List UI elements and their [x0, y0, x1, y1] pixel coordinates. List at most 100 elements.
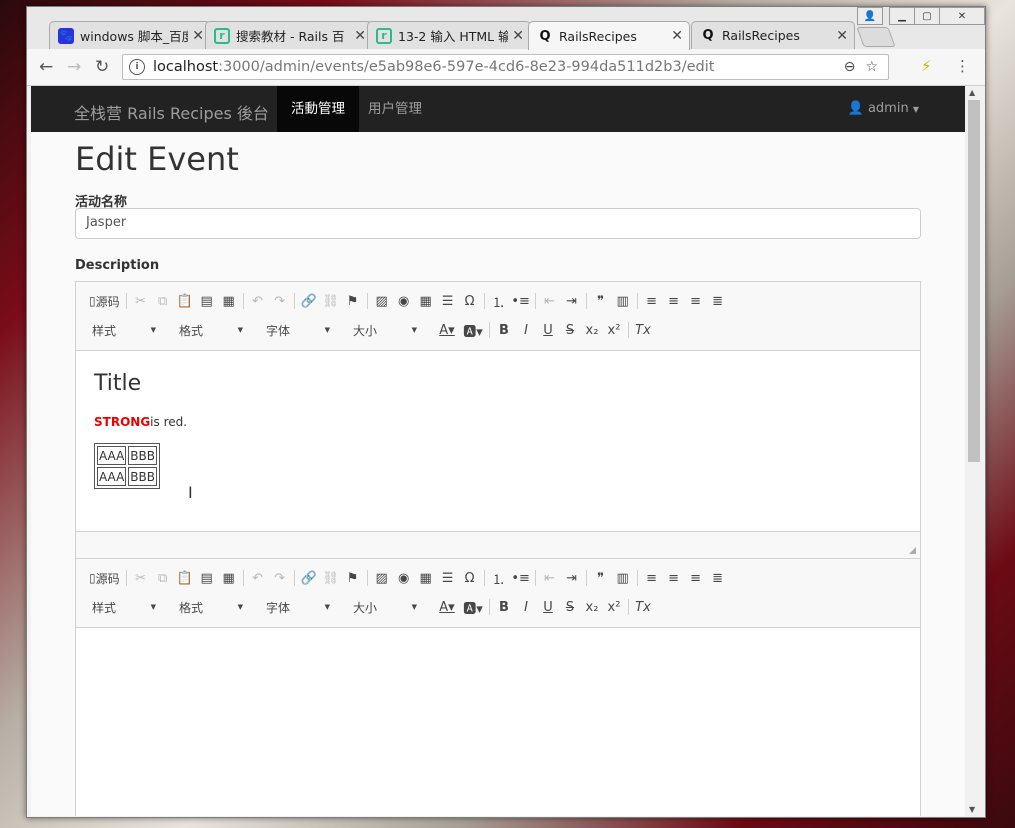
user-menu[interactable]: 👤 admin ▼	[848, 101, 919, 116]
horizontal-rule-icon[interactable]: ☰	[437, 567, 459, 589]
bg-color-icon[interactable]: 🅰▾	[460, 319, 486, 341]
tab-railsrecipes-active[interactable]: Q RailsRecipes ✕	[528, 21, 690, 50]
tab-railsrecipes[interactable]: Q RailsRecipes ✕	[691, 21, 855, 49]
italic-icon[interactable]: I	[515, 319, 537, 341]
indent-icon[interactable]: ⇥	[561, 290, 583, 312]
info-icon[interactable]: i	[129, 59, 145, 75]
close-icon[interactable]: ✕	[354, 28, 366, 44]
div-container-icon[interactable]: ▥	[612, 567, 634, 589]
reload-icon[interactable]: ↻	[95, 57, 109, 77]
div-container-icon[interactable]: ▥	[612, 290, 634, 312]
font-combo[interactable]: 字体 ▼	[260, 597, 334, 617]
scrollbar-thumb[interactable]	[968, 100, 980, 462]
paste-word-icon[interactable]: ▦	[218, 290, 240, 312]
italic-icon[interactable]: I	[515, 596, 537, 618]
close-icon[interactable]: ✕	[671, 28, 683, 44]
align-left-icon[interactable]: ≡	[641, 567, 663, 589]
text-color-icon[interactable]: A▾	[434, 319, 460, 341]
table-icon[interactable]: ▦	[415, 567, 437, 589]
bold-icon[interactable]: B	[493, 596, 515, 618]
flash-icon[interactable]: ◉	[393, 290, 415, 312]
justify-icon[interactable]: ≣	[707, 567, 729, 589]
superscript-icon[interactable]: x²	[603, 596, 625, 618]
format-combo[interactable]: 格式 ▼	[173, 597, 247, 617]
extension-icon[interactable]: ⚡	[921, 57, 932, 75]
undo-icon[interactable]: ↶	[247, 290, 269, 312]
table-icon[interactable]: ▦	[415, 290, 437, 312]
remove-format-icon[interactable]: Tx	[632, 596, 654, 618]
forward-icon[interactable]: →	[67, 57, 81, 77]
strike-icon[interactable]: S	[559, 596, 581, 618]
link-icon[interactable]: 🔗	[298, 290, 320, 312]
brand-link[interactable]: 全栈营 Rails Recipes 後台	[74, 100, 269, 124]
blockquote-icon[interactable]: ❞	[590, 567, 612, 589]
bg-color-icon[interactable]: 🅰▾	[460, 596, 486, 618]
underline-icon[interactable]: U	[537, 319, 559, 341]
tab-html-input[interactable]: r 13-2 输入 HTML 输 ✕	[367, 21, 531, 49]
align-right-icon[interactable]: ≡	[685, 290, 707, 312]
size-combo[interactable]: 大小 ▼	[347, 597, 421, 617]
subscript-icon[interactable]: x₂	[581, 596, 603, 618]
unlink-icon[interactable]: ⛓	[320, 567, 342, 589]
back-icon[interactable]: ←	[39, 57, 53, 77]
scroll-down-icon[interactable]: ▼	[969, 805, 975, 814]
subscript-icon[interactable]: x₂	[581, 319, 603, 341]
redo-icon[interactable]: ↷	[269, 567, 291, 589]
text-color-icon[interactable]: A▾	[434, 596, 460, 618]
redo-icon[interactable]: ↷	[269, 290, 291, 312]
image-icon[interactable]: ▨	[371, 567, 393, 589]
tab-baidu[interactable]: 🐾 windows 脚本_百度 ✕	[49, 21, 211, 49]
nav-events[interactable]: 活動管理	[277, 86, 359, 132]
blockquote-icon[interactable]: ❞	[590, 290, 612, 312]
bulleted-list-icon[interactable]: •≡	[510, 567, 532, 589]
underline-icon[interactable]: U	[537, 596, 559, 618]
zoom-icon[interactable]: ⊖	[844, 59, 856, 75]
special-char-icon[interactable]: Ω	[459, 290, 481, 312]
numbered-list-icon[interactable]: ⒈	[488, 290, 510, 312]
unlink-icon[interactable]: ⛓	[320, 290, 342, 312]
cut-icon[interactable]: ✂	[130, 567, 152, 589]
anchor-flag-icon[interactable]: ⚑	[342, 567, 364, 589]
superscript-icon[interactable]: x²	[603, 319, 625, 341]
copy-icon[interactable]: ⧉	[152, 290, 174, 312]
menu-icon[interactable]: ⋮	[955, 57, 970, 75]
styles-combo[interactable]: 样式 ▼	[86, 320, 160, 340]
bold-icon[interactable]: B	[493, 319, 515, 341]
align-right-icon[interactable]: ≡	[685, 567, 707, 589]
copy-icon[interactable]: ⧉	[152, 567, 174, 589]
paste-text-icon[interactable]: ▤	[196, 567, 218, 589]
styles-combo[interactable]: 样式 ▼	[86, 597, 160, 617]
editor-content[interactable]: Title STRONGis red. AAA BBB AAA BBB I	[76, 351, 920, 531]
close-icon[interactable]: ✕	[192, 28, 204, 44]
maximize-button[interactable]: ▢	[914, 7, 940, 25]
editor-content-2[interactable]	[76, 628, 920, 816]
numbered-list-icon[interactable]: ⒈	[488, 567, 510, 589]
tab-rails-search[interactable]: r 搜索教材 - Rails 百 ✕	[205, 21, 373, 49]
scroll-up-icon[interactable]: ▲	[969, 88, 975, 97]
profile-icon[interactable]: 👤	[857, 7, 883, 25]
flash-icon[interactable]: ◉	[393, 567, 415, 589]
cut-icon[interactable]: ✂	[130, 290, 152, 312]
close-icon[interactable]: ✕	[836, 28, 848, 44]
font-combo[interactable]: 字体 ▼	[260, 320, 334, 340]
size-combo[interactable]: 大小 ▼	[347, 320, 421, 340]
new-tab-button[interactable]	[856, 27, 896, 47]
special-char-icon[interactable]: Ω	[459, 567, 481, 589]
align-left-icon[interactable]: ≡	[641, 290, 663, 312]
minimize-button[interactable]: ▁	[889, 7, 915, 25]
outdent-icon[interactable]: ⇤	[539, 567, 561, 589]
paste-word-icon[interactable]: ▦	[218, 567, 240, 589]
paste-icon[interactable]: 📋	[174, 567, 196, 589]
strike-icon[interactable]: S	[559, 319, 581, 341]
source-button[interactable]: ▯ 源码	[86, 290, 123, 312]
horizontal-rule-icon[interactable]: ☰	[437, 290, 459, 312]
link-icon[interactable]: 🔗	[298, 567, 320, 589]
align-center-icon[interactable]: ≡	[663, 290, 685, 312]
align-center-icon[interactable]: ≡	[663, 567, 685, 589]
image-icon[interactable]: ▨	[371, 290, 393, 312]
bulleted-list-icon[interactable]: •≡	[510, 290, 532, 312]
undo-icon[interactable]: ↶	[247, 567, 269, 589]
resize-handle-icon[interactable]	[909, 547, 916, 554]
name-input[interactable]: Jasper	[75, 208, 921, 239]
format-combo[interactable]: 格式 ▼	[173, 320, 247, 340]
